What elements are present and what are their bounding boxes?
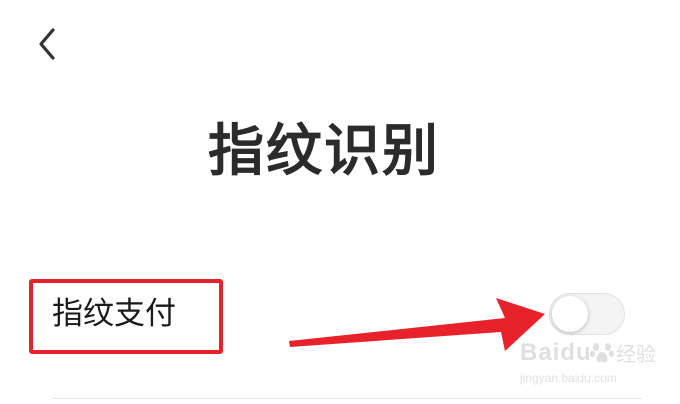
chevron-left-icon [39,28,55,60]
highlight-annotation-box [29,279,223,354]
watermark-product: 经验 [616,342,656,366]
watermark-brand: Baidu [520,339,592,366]
paw-icon [590,343,614,363]
fingerprint-settings-screen: 指纹识别 指纹支付 Baidu 经验 jingyan.baidu.com [0,0,680,404]
page-title: 指纹识别 [208,119,440,184]
divider [52,398,642,399]
watermark-url: jingyan.baidu.com [520,371,617,385]
baidu-jingyan-watermark: Baidu 经验 jingyan.baidu.com [520,338,670,394]
fingerprint-payment-toggle[interactable] [549,293,625,335]
toggle-knob [552,296,588,332]
back-button[interactable] [22,18,74,70]
